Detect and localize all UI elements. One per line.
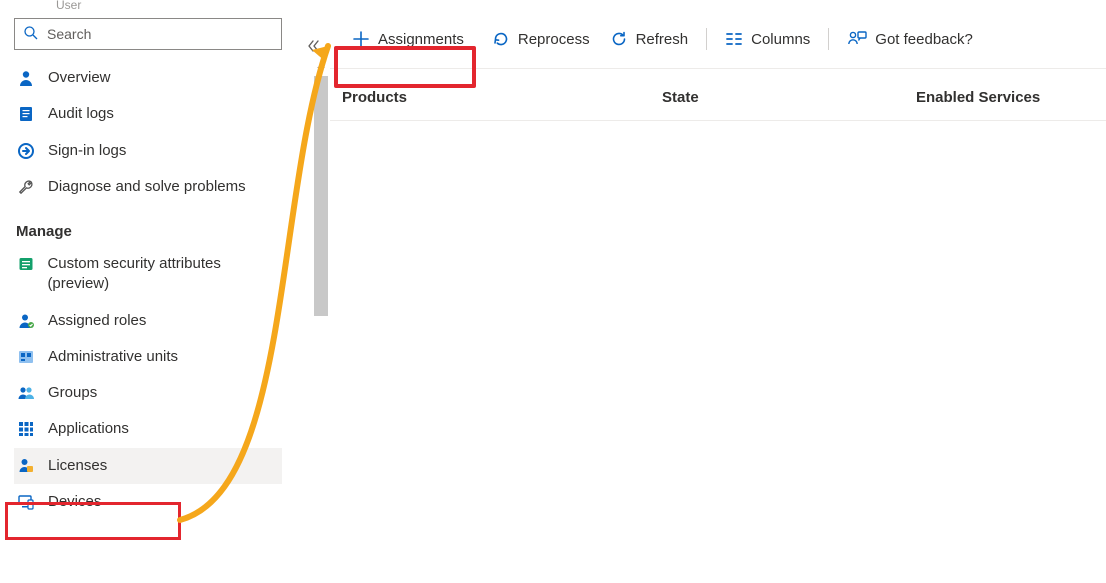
sidebar-item-label: Administrative units xyxy=(48,347,178,367)
refresh-icon xyxy=(610,30,628,48)
audit-logs-icon xyxy=(16,104,36,123)
columns-button[interactable]: Columns xyxy=(723,26,812,52)
sidebar-item-overview[interactable]: Overview xyxy=(14,60,282,96)
toolbar-label: Refresh xyxy=(636,31,689,48)
sidebar-item-audit-logs[interactable]: Audit logs xyxy=(14,96,282,132)
toolbar-label: Got feedback? xyxy=(875,31,973,48)
search-input[interactable] xyxy=(45,25,273,43)
toolbar-divider xyxy=(828,28,829,50)
sidebar-item-label: Groups xyxy=(48,383,97,403)
plus-icon xyxy=(352,30,370,48)
sidebar-item-administrative-units[interactable]: Administrative units xyxy=(14,339,282,375)
sidebar-item-applications[interactable]: Applications xyxy=(14,411,282,447)
admin-units-icon xyxy=(16,347,36,366)
main-content: Assignments Reprocess Refresh xyxy=(330,0,1106,583)
sidebar-item-custom-security-attributes[interactable]: Custom security attributes (preview) xyxy=(14,246,282,303)
sidebar-item-devices[interactable]: Devices xyxy=(14,484,282,520)
feedback-icon xyxy=(847,30,867,48)
sidebar-divider xyxy=(296,0,330,583)
column-header-enabled-services[interactable]: Enabled Services xyxy=(916,89,1106,106)
sidebar-item-label: Custom security attributes (preview) xyxy=(47,254,280,295)
toolbar-label: Reprocess xyxy=(518,31,590,48)
sidebar-item-label: Licenses xyxy=(48,456,107,476)
assigned-roles-icon xyxy=(16,311,36,330)
column-header-state[interactable]: State xyxy=(662,89,916,106)
column-header-products[interactable]: Products xyxy=(342,89,662,106)
applications-icon xyxy=(16,419,36,438)
sidebar-item-licenses[interactable]: Licenses xyxy=(14,448,282,484)
feedback-button[interactable]: Got feedback? xyxy=(845,26,975,52)
diagnose-icon xyxy=(16,177,36,196)
sidebar: User Overview Audit logs Sign-in logs xyxy=(0,0,296,583)
toolbar-label: Columns xyxy=(751,31,810,48)
toolbar-label: Assignments xyxy=(378,31,464,48)
sidebar-item-label: Audit logs xyxy=(48,104,114,124)
sidebar-item-label: Assigned roles xyxy=(48,311,146,331)
devices-icon xyxy=(16,492,36,511)
sidebar-item-label: Devices xyxy=(48,492,101,512)
sidebar-item-label: Sign-in logs xyxy=(48,141,126,161)
sidebar-item-diagnose[interactable]: Diagnose and solve problems xyxy=(14,169,282,205)
reprocess-button[interactable]: Reprocess xyxy=(490,26,592,52)
search-box[interactable] xyxy=(14,18,282,50)
scroll-up-icon[interactable] xyxy=(312,58,330,74)
search-icon xyxy=(23,25,45,44)
collapse-sidebar-button[interactable] xyxy=(305,38,321,57)
sidebar-item-assigned-roles[interactable]: Assigned roles xyxy=(14,303,282,339)
sidebar-item-groups[interactable]: Groups xyxy=(14,375,282,411)
refresh-button[interactable]: Refresh xyxy=(608,26,691,52)
scroll-thumb[interactable] xyxy=(314,76,328,316)
sidebar-scrollbar[interactable] xyxy=(312,58,330,583)
overview-icon xyxy=(16,68,36,87)
sidebar-item-label: Diagnose and solve problems xyxy=(48,177,246,197)
signin-logs-icon xyxy=(16,141,36,160)
toolbar: Assignments Reprocess Refresh xyxy=(330,24,1106,69)
sidebar-item-label: Overview xyxy=(48,68,111,88)
groups-icon xyxy=(16,383,36,402)
security-attr-icon xyxy=(16,254,35,273)
columns-icon xyxy=(725,30,743,48)
breadcrumb: User xyxy=(14,0,282,18)
sidebar-section-manage: Manage xyxy=(14,205,282,246)
toolbar-divider xyxy=(706,28,707,50)
sidebar-item-signin-logs[interactable]: Sign-in logs xyxy=(14,133,282,169)
reprocess-icon xyxy=(492,30,510,48)
assignments-button[interactable]: Assignments xyxy=(342,24,474,54)
sidebar-item-label: Applications xyxy=(48,419,129,439)
table-header-row: Products State Enabled Services xyxy=(330,69,1106,121)
licenses-icon xyxy=(16,456,36,475)
